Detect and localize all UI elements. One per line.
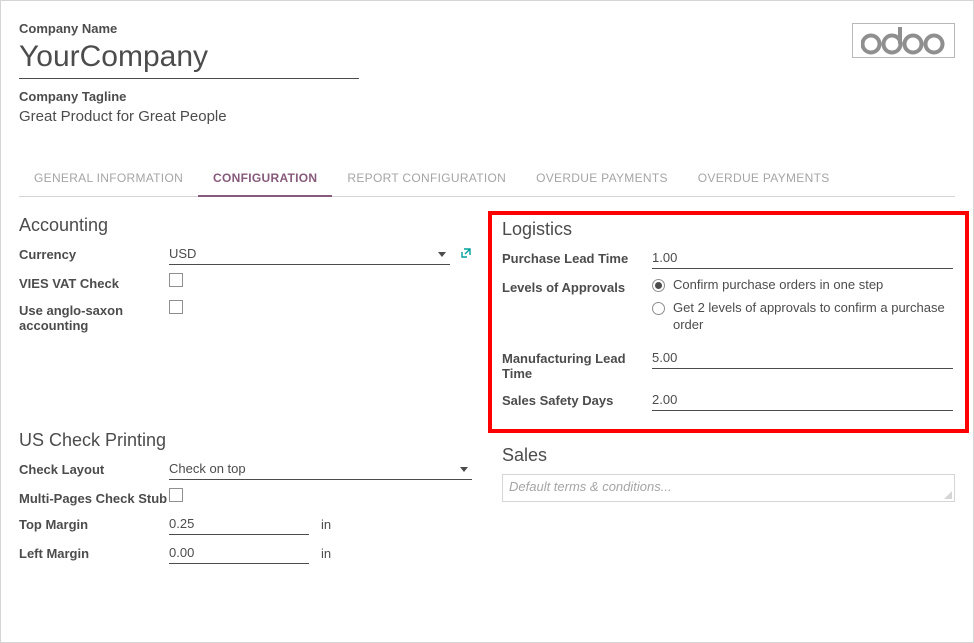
anglo-saxon-label: Use anglo-saxon accounting	[19, 300, 169, 334]
company-settings-page: Company Name Company Tagline General Inf…	[0, 0, 974, 643]
accounting-title: Accounting	[19, 215, 472, 236]
settings-columns: Accounting Currency VIES VAT Check	[19, 215, 955, 572]
sales-safety-label: Sales Safety Days	[502, 390, 652, 409]
manufacturing-lead-row: Manufacturing Lead Time	[502, 348, 953, 382]
purchase-lead-input[interactable]	[652, 248, 953, 269]
vies-vat-row: VIES VAT Check	[19, 273, 472, 292]
company-tagline-input[interactable]	[19, 106, 419, 127]
top-margin-input[interactable]	[169, 514, 309, 535]
radio-checked-icon	[652, 279, 665, 292]
vies-vat-checkbox[interactable]	[169, 273, 183, 287]
currency-label: Currency	[19, 244, 169, 263]
manufacturing-lead-label: Manufacturing Lead Time	[502, 348, 652, 382]
tab-overdue-payments-1[interactable]: Overdue Payments	[521, 163, 683, 196]
left-margin-label: Left Margin	[19, 543, 169, 562]
tabs-bar: General Information Configuration Report…	[19, 145, 955, 197]
vies-vat-label: VIES VAT Check	[19, 273, 169, 292]
top-margin-unit: in	[315, 517, 331, 532]
sales-safety-row: Sales Safety Days	[502, 390, 953, 411]
anglo-saxon-checkbox[interactable]	[169, 300, 183, 314]
company-name-input[interactable]	[19, 38, 359, 79]
tab-overdue-payments-2[interactable]: Overdue Payments	[683, 163, 845, 196]
radio-unchecked-icon	[652, 302, 665, 315]
tab-general-information[interactable]: General Information	[19, 163, 198, 196]
logistics-title: Logistics	[502, 219, 953, 240]
company-name-block: Company Name	[19, 21, 955, 79]
purchase-lead-label: Purchase Lead Time	[502, 248, 652, 267]
tab-configuration[interactable]: Configuration	[198, 163, 332, 197]
approval-option-two-levels[interactable]: Get 2 levels of approvals to confirm a p…	[652, 300, 953, 334]
check-layout-label: Check Layout	[19, 459, 169, 478]
multi-pages-checkbox[interactable]	[169, 488, 183, 502]
left-column: Accounting Currency VIES VAT Check	[19, 215, 472, 572]
left-margin-input[interactable]	[169, 543, 309, 564]
top-margin-row: Top Margin in	[19, 514, 472, 535]
multi-pages-row: Multi-Pages Check Stub	[19, 488, 472, 507]
odoo-logo	[852, 23, 955, 58]
purchase-lead-row: Purchase Lead Time	[502, 248, 953, 269]
tab-report-configuration[interactable]: Report Configuration	[332, 163, 521, 196]
default-terms-textarea[interactable]: Default terms & conditions...	[502, 474, 955, 502]
anglo-saxon-row: Use anglo-saxon accounting	[19, 300, 472, 334]
approval-option-one-step[interactable]: Confirm purchase orders in one step	[652, 277, 953, 294]
default-terms-placeholder: Default terms & conditions...	[509, 479, 672, 494]
check-layout-row: Check Layout	[19, 459, 472, 480]
sales-title: Sales	[502, 445, 955, 466]
levels-label: Levels of Approvals	[502, 277, 652, 296]
top-margin-label: Top Margin	[19, 514, 169, 533]
check-printing-title: US Check Printing	[19, 430, 472, 451]
left-margin-row: Left Margin in	[19, 543, 472, 564]
sales-safety-input[interactable]	[652, 390, 953, 411]
resize-handle-icon[interactable]	[943, 490, 953, 500]
multi-pages-label: Multi-Pages Check Stub	[19, 488, 169, 507]
levels-row: Levels of Approvals Confirm purchase ord…	[502, 277, 953, 340]
external-link-icon[interactable]	[460, 247, 472, 262]
company-tagline-block: Company Tagline	[19, 89, 955, 127]
manufacturing-lead-input[interactable]	[652, 348, 953, 369]
currency-row: Currency	[19, 244, 472, 265]
right-column: Logistics Purchase Lead Time Levels of A…	[502, 215, 955, 572]
company-tagline-label: Company Tagline	[19, 89, 955, 104]
currency-select[interactable]	[169, 244, 450, 265]
company-name-label: Company Name	[19, 21, 955, 36]
left-margin-unit: in	[315, 546, 331, 561]
logistics-highlight: Logistics Purchase Lead Time Levels of A…	[488, 211, 969, 433]
check-layout-select[interactable]	[169, 459, 472, 480]
